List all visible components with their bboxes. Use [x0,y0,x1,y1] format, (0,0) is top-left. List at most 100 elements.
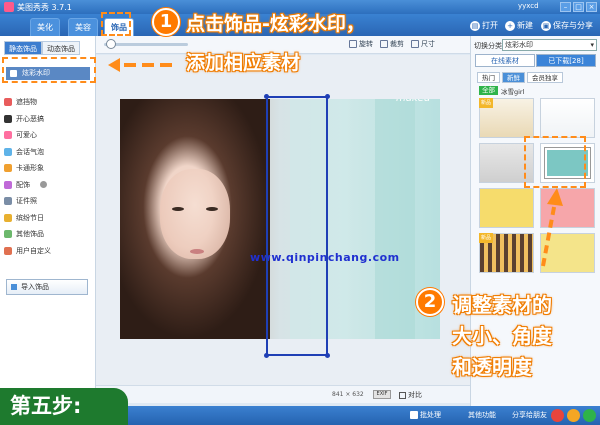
close-icon[interactable]: × [586,2,597,12]
category-item[interactable]: 用户自定义 [4,243,92,260]
watermark-selection-box[interactable] [264,94,330,358]
funny-icon [4,114,12,123]
cartoon-icon [4,164,12,173]
exif-button[interactable]: EXIF [373,390,391,399]
category-item[interactable]: 配饰 [4,177,92,194]
minimize-icon[interactable]: – [560,2,571,12]
arrow-up-icon [541,188,563,267]
filter-author[interactable]: 冰雪girl [501,86,524,96]
bottom-bar: 批处理 其他功能 分享给朋友 [128,406,600,425]
material-filter: 全部 冰雪girl [479,86,524,96]
add-icon[interactable] [583,409,596,422]
material-thumb[interactable] [479,188,534,228]
crop-icon [380,40,388,48]
photo-eye [172,207,184,211]
tab-face[interactable]: 美容 [68,18,98,36]
highlight-box-category [2,57,96,83]
resize-handle[interactable] [264,353,269,358]
tab-animated-decorations[interactable]: 动态饰品 [42,41,80,55]
size-button[interactable]: 尺寸 [411,39,435,49]
material-source-tabs: 在线素材 已下载[28] [475,54,596,67]
filter-all[interactable]: 全部 [479,86,498,95]
blocker-icon [4,98,12,107]
rotate-button[interactable]: 旋转 [349,39,373,49]
user-custom-icon [4,246,12,255]
resize-handle[interactable] [264,94,269,99]
window-controls: – □ × [560,2,597,12]
category-item[interactable]: 会话气泡 [4,144,92,161]
new-ribbon: 新品 [479,98,493,108]
step2-callout-line3: 和透明度 [452,355,532,379]
accessory-icon [4,180,12,189]
heart-icon [4,131,12,140]
step1-callout-line1: 点击饰品-炫彩水印， [186,13,365,35]
photo-lips [190,249,204,254]
user-name[interactable]: yyxcd [518,2,539,10]
category-item[interactable]: 可爱心 [4,127,92,144]
social-icons [551,409,596,422]
category-item[interactable]: 卡通形象 [4,160,92,177]
step2-number-badge: 2 [416,288,444,316]
import-decoration-button[interactable]: 导入饰品 [6,279,88,295]
step2-callout-line2: 大小、角度 [452,324,552,348]
image-size-readout: 841 × 632 [332,391,364,398]
material-thumb[interactable]: 新品 [479,98,534,138]
tab-vip[interactable]: 会员独享 [527,72,563,83]
step1-callout-line2: 添加相应素材 [186,52,301,74]
category-item[interactable]: 其他饰品 [4,226,92,243]
new-button[interactable]: + 新建 [505,19,533,33]
decoration-type-tabs: 静态饰品 动态饰品 [4,41,80,55]
more-features-button[interactable]: 其他功能 [468,410,496,420]
material-thumb[interactable] [540,98,595,138]
speech-bubble-icon [4,147,12,156]
compare-button[interactable]: 对比 [399,390,422,400]
photo-face [160,169,230,259]
plus-icon: + [505,21,515,31]
category-item[interactable]: 证件照 [4,193,92,210]
id-photo-icon [4,197,12,206]
crop-button[interactable]: 裁剪 [380,39,404,49]
brand-text: makeu [396,99,430,104]
compare-icon [399,391,406,399]
qzone-icon[interactable] [567,409,580,422]
switch-category-label: 切换分类 [474,42,502,50]
zoom-slider-handle[interactable] [106,39,116,49]
category-item[interactable]: 遮挡物 [4,94,92,111]
tab-beautify[interactable]: 美化 [30,18,60,36]
tab-downloaded-materials[interactable]: 已下载[28] [536,54,596,67]
resize-handle[interactable] [325,353,330,358]
material-sort-tabs: 热门 新鲜 会员独享 [477,72,563,83]
batch-icon [410,411,418,419]
share-button[interactable]: 分享给朋友 [512,410,547,420]
category-item[interactable]: 开心恶搞 [4,111,92,128]
material-thumb[interactable]: 新品 [479,233,534,273]
save-share-button[interactable]: ▣ 保存与分享 [541,19,593,33]
tab-fresh[interactable]: 新鲜 [502,72,525,83]
weibo-icon[interactable] [551,409,564,422]
new-ribbon: 新品 [479,233,493,243]
category-list: 遮挡物 开心恶搞 可爱心 会话气泡 卡通形象 配饰 证件照 缤纷节日 其他饰品 … [4,94,92,259]
step2-callout-line1: 调整素材的 [452,293,552,317]
category-item[interactable]: 缤纷节日 [4,210,92,227]
category-select[interactable]: 炫彩水印 [502,39,597,51]
left-panel: 静态饰品 动态饰品 炫彩水印 遮挡物 开心恶搞 可爱心 会话气泡 卡通形象 配饰… [0,36,96,406]
open-button[interactable]: ▤ 打开 [470,19,498,33]
highlight-box-tab [101,12,131,36]
tab-hot[interactable]: 热门 [477,72,500,83]
tab-online-materials[interactable]: 在线素材 [475,54,535,67]
batch-process-button[interactable]: 批处理 [410,410,441,420]
app-logo-icon [4,2,14,12]
resize-handle[interactable] [325,94,330,99]
app-title: 美图秀秀 3.7.1 [17,3,72,12]
folder-icon: ▤ [470,21,480,31]
arrow-left-icon [108,58,182,72]
zoom-slider[interactable] [104,43,188,46]
canvas-area[interactable]: makeu www.qinpinchang.com [96,55,470,385]
info-icon [40,181,47,189]
photo-eye [206,207,218,211]
other-icon [4,230,12,239]
rotate-icon [349,40,357,48]
maximize-icon[interactable]: □ [573,2,584,12]
tab-static-decorations[interactable]: 静态饰品 [4,41,42,55]
resize-icon [411,40,419,48]
